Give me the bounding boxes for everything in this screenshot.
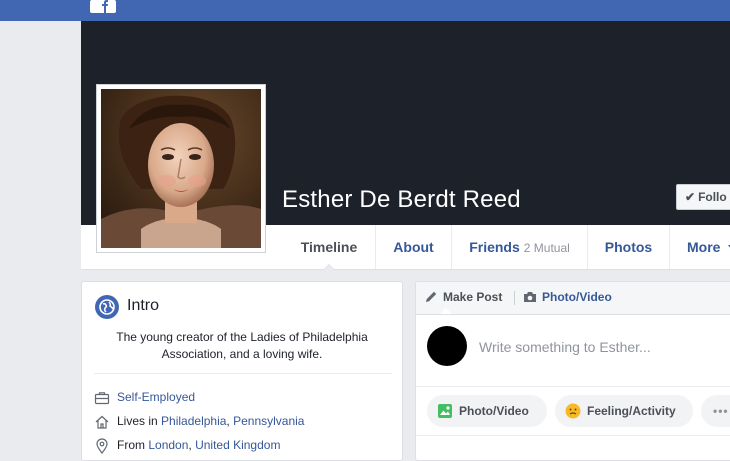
photo-icon: [438, 404, 452, 418]
tab-label: More: [687, 239, 721, 255]
tab-label: About: [393, 239, 434, 255]
follow-label: Follo: [698, 190, 727, 204]
photo-video-tab[interactable]: Photo/Video: [523, 290, 612, 304]
from-prefix: From: [117, 438, 145, 453]
mutual-count: 2 Mutual: [523, 241, 570, 255]
lives-region-link[interactable]: Pennsylvania: [233, 414, 304, 428]
from-region-link[interactable]: United Kingdom: [195, 438, 280, 452]
post-input[interactable]: Write something to Esther...: [479, 339, 651, 355]
tab-timeline[interactable]: Timeline: [283, 225, 375, 270]
post-composer: Make Post Photo/Video Write something to…: [415, 281, 730, 461]
photo-video-button[interactable]: Photo/Video: [427, 395, 547, 427]
lives-prefix: Lives in: [117, 414, 158, 429]
info-from: From London, United Kingdom: [94, 438, 280, 454]
tab-photos[interactable]: Photos: [587, 225, 669, 269]
info-lives: Lives in Philadelphia, Pennsylvania: [94, 414, 304, 430]
photo-video-label: Photo/Video: [459, 404, 529, 418]
pencil-icon: [426, 291, 437, 302]
composer-header: Make Post Photo/Video: [416, 282, 730, 315]
feeling-label: Feeling/Activity: [587, 404, 676, 418]
home-icon: [95, 415, 109, 429]
avatar[interactable]: [427, 326, 467, 366]
tab-label: Friends: [469, 239, 520, 255]
top-navigation-bar: [0, 0, 730, 21]
lives-city-link[interactable]: Philadelphia: [161, 414, 226, 428]
profile-picture[interactable]: [96, 84, 266, 253]
more-options-button[interactable]: •••: [701, 395, 730, 427]
info-work: Self-Employed: [94, 390, 195, 406]
divider: [416, 435, 730, 436]
location-pin-icon: [96, 438, 108, 454]
tab-friends[interactable]: Friends 2 Mutual: [451, 225, 587, 269]
feeling-activity-button[interactable]: Feeling/Activity: [555, 395, 693, 427]
header-separator: [514, 291, 515, 305]
intro-card: Intro The young creator of the Ladies of…: [81, 281, 403, 461]
facebook-logo-icon[interactable]: [90, 0, 116, 13]
divider: [94, 373, 392, 374]
briefcase-icon: [94, 392, 110, 405]
photo-video-tab-label: Photo/Video: [542, 290, 612, 304]
globe-icon: [95, 295, 119, 319]
check-icon: ✔: [685, 190, 696, 204]
active-tab-caret: [440, 308, 452, 314]
work-link[interactable]: Self-Employed: [117, 390, 195, 404]
follow-button[interactable]: ✔ Follo: [676, 184, 730, 210]
divider: [416, 386, 730, 387]
intro-title: Intro: [127, 297, 160, 314]
smiley-icon: [565, 403, 581, 419]
tab-label: Photos: [604, 239, 653, 255]
from-city-link[interactable]: London: [148, 438, 188, 452]
tab-label: Timeline: [300, 239, 358, 255]
bio-text: The young creator of the Ladies of Phila…: [116, 330, 368, 361]
make-post-tab[interactable]: Make Post: [425, 290, 502, 304]
profile-name: Esther De Berdt Reed: [282, 186, 521, 213]
tab-more[interactable]: More: [669, 225, 730, 269]
tab-about[interactable]: About: [375, 225, 451, 269]
make-post-label: Make Post: [443, 290, 503, 304]
portrait-image: [101, 89, 261, 248]
camera-icon: [524, 292, 536, 302]
